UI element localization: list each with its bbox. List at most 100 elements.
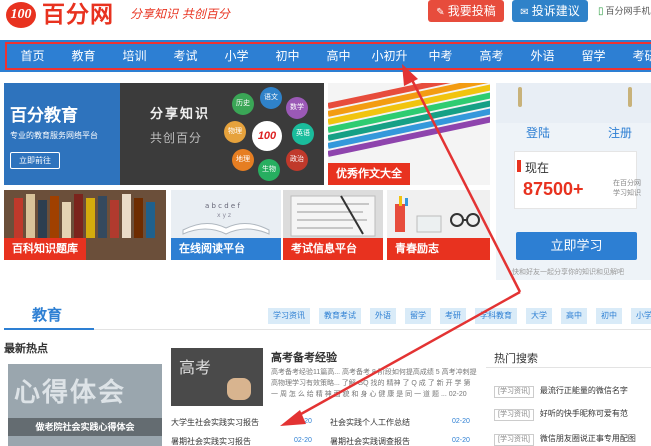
book-spine [86,198,95,238]
nav-item-exam[interactable]: 考试 [160,44,211,68]
tag-postgraduate[interactable]: 考研 [440,308,466,324]
hot-search-text[interactable]: 好听的快手昵称可爱有范 [540,409,628,418]
hot-search-tag[interactable]: [学习资讯] [494,409,534,421]
hot-search-text[interactable]: 最流行正能量的微信名字 [540,386,628,395]
reading-label: 在线阅读平台 [171,238,281,260]
hot-feature-image[interactable]: 心得体会 做老院社会实践心得体会 [8,364,162,446]
red-marker-icon [517,160,521,172]
learner-count-desc: 在百分网学习知识 [613,180,641,197]
tag-subject-education[interactable]: 学科教育 [475,308,517,324]
book-spine [134,198,143,238]
article-date: 02-20 [452,418,470,425]
reading-tile[interactable]: a b c d e f x y z 在线阅读平台 [171,190,281,260]
nav-item-study-abroad[interactable]: 留学 [568,44,619,68]
composition-tile[interactable]: 优秀作文大全 [328,83,490,185]
article-link[interactable]: 大学生社会实践实习报告 [171,417,259,428]
logo-text[interactable]: 百分网 [42,0,114,28]
hundred-badge: 100 [252,121,282,151]
article-link[interactable]: 暑期社会实践调查报告 [330,436,410,446]
comment-icon: ✉ [520,7,529,18]
article-date: 02-20 [294,418,312,425]
edit-icon: ✎ [436,7,445,18]
subject-bubble-biology: 生物 [258,159,280,181]
login-link[interactable]: 登陆 [526,124,550,141]
book-spine [38,200,47,238]
feedback-label: 投诉建议 [531,4,580,18]
banner-share-text-2: 共创百分 [150,131,203,145]
subject-bubble-math: 数学 [286,97,308,119]
hot-search-title: 热门搜索 [494,353,538,365]
article-date: 02-20 [452,437,470,444]
tag-university[interactable]: 大学 [526,308,552,324]
hand-illustration [227,378,251,400]
tag-senior-high[interactable]: 高中 [561,308,587,324]
hot-image-text: 心得体会 [14,378,127,408]
feature-article-title[interactable]: 高考备考经验 [271,349,337,365]
book-spine [62,202,71,238]
hot-search-item[interactable]: [学习资讯] 最流行正能量的微信名字 [494,382,628,398]
book-spine [26,194,35,238]
banner-subtitle: 专业的教育服务网络平台 [10,131,98,140]
book-spine [110,200,119,238]
mobile-site-link[interactable]: ▯ 百分网手机 [598,4,651,17]
nav-item-home[interactable]: 首页 [7,44,58,68]
tag-education-exam[interactable]: 教育考试 [319,308,361,324]
nav-highlight-box: 首页 教育 培训 考试 小学 初中 高中 小初升 中考 高考 外语 留学 考研 [5,42,651,70]
nav-item-junior-high[interactable]: 初中 [262,44,313,68]
nav-item-primary-to-junior[interactable]: 小初升 [364,44,415,68]
nav-item-training[interactable]: 培训 [109,44,160,68]
hot-search-item[interactable]: [学习资讯] 微信朋友圈说正事专用配图 [494,430,636,446]
nav-item-education[interactable]: 教育 [58,44,109,68]
mobile-site-label: 百分网手机 [605,6,651,16]
hot-image-caption[interactable]: 做老院社会实践心得体会 [8,418,162,436]
open-book-illustration: a b c d e f x y z [182,202,270,235]
tag-study-abroad[interactable]: 留学 [405,308,431,324]
nav-item-postgraduate[interactable]: 考研 [619,44,651,68]
hot-search-tag[interactable]: [学习资讯] [494,434,534,446]
education-section-header: 教育 学习资讯 教育考试 外语 留学 考研 学科教育 大学 高中 初中 小学 [4,300,651,330]
learner-count: 87500+ [523,179,584,199]
exam-info-tile[interactable]: 考试信息平台 [283,190,383,260]
desk-illustration [395,196,480,233]
blackboard-text: 高考 [179,358,212,377]
subject-bubble-politics: 政治 [286,149,308,171]
article-link[interactable]: 暑期社会实践实习报告 [171,436,251,446]
banner-right-panel: 分享知识 共创百分 历史 语文 数学 物理 英语 地理 政治 生物 100 [120,83,324,185]
nav-item-gaokao[interactable]: 高考 [466,44,517,68]
nav-item-zhongkao[interactable]: 中考 [415,44,466,68]
tag-study-news[interactable]: 学习资讯 [268,308,310,324]
logo-badge[interactable]: 100 [6,2,36,28]
tag-foreign-language[interactable]: 外语 [370,308,396,324]
gaokao-feature-image[interactable]: 高考 [171,348,263,406]
hot-search-tag[interactable]: [学习资讯] [494,386,534,398]
exam-info-label: 考试信息平台 [283,238,383,260]
start-learning-button[interactable]: 立即学习 [516,232,637,260]
site-header: 100 百分网 分享知识 共创百分 ✎ 我要投稿 ✉ 投诉建议 ▯ 百分网手机 [0,0,651,40]
latest-hot-title: 最新热点 [4,343,48,355]
main-banner[interactable]: 百分教育 专业的教育服务网络平台 立即前往 分享知识 共创百分 历史 语文 数学… [4,83,324,185]
hot-search-item[interactable]: [学习资讯] 好听的快手昵称可爱有范 [494,405,628,421]
nav-item-foreign-language[interactable]: 外语 [517,44,568,68]
hot-search-text[interactable]: 微信朋友圈说正事专用配图 [540,434,636,443]
youth-label: 青春励志 [387,238,490,260]
book-spine [50,196,59,238]
feedback-button[interactable]: ✉ 投诉建议 [512,0,588,22]
subject-bubble-physics: 物理 [224,121,246,143]
phone-icon: ▯ [598,6,604,17]
youth-tile[interactable]: 青春励志 [387,190,490,260]
article-link[interactable]: 社会实践个人工作总结 [330,417,410,428]
nav-item-senior-high[interactable]: 高中 [313,44,364,68]
register-link[interactable]: 注册 [608,124,632,141]
submit-article-label: 我要投稿 [447,4,496,18]
encyclopedia-tile[interactable]: 百科知识题库 [4,190,166,260]
hot-search-header: 热门搜索 [486,344,651,368]
book-spine [74,194,83,238]
banner-go-button[interactable]: 立即前往 [10,152,60,169]
education-section-title[interactable]: 教育 [32,304,62,325]
tag-junior-high[interactable]: 初中 [596,308,622,324]
subject-bubble-geography: 地理 [232,149,254,171]
tag-primary[interactable]: 小学 [631,308,651,324]
nav-item-primary[interactable]: 小学 [211,44,262,68]
feature-article-desc: 高考备考经验11篇高... 高考备考 8 阶段如何提高成绩 5 高考冲刺提高物理… [271,369,477,398]
submit-article-button[interactable]: ✎ 我要投稿 [428,0,504,22]
